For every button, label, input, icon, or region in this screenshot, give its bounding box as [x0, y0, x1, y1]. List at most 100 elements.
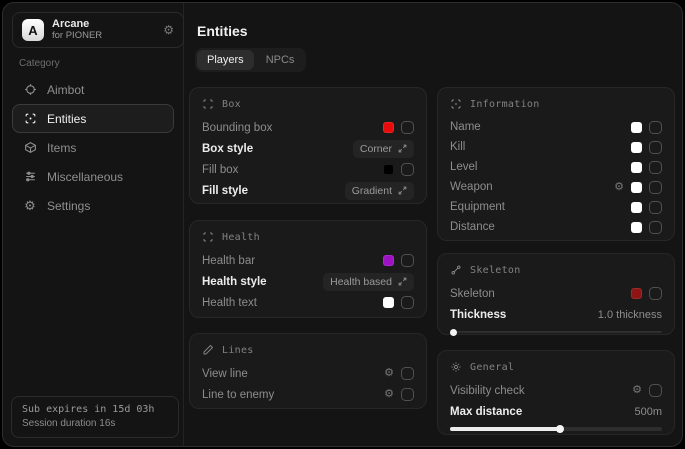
thickness-value: 1.0 thickness: [598, 309, 662, 321]
view-line-checkbox[interactable]: [401, 367, 414, 380]
thickness-slider[interactable]: [450, 328, 662, 336]
brackets-icon: [202, 98, 214, 110]
box-style-dropdown[interactable]: Corner: [353, 140, 414, 158]
name-checkbox[interactable]: [649, 121, 662, 134]
color-swatch[interactable]: [383, 255, 394, 266]
setting-label: Fill box: [202, 164, 238, 176]
setting-label: Health bar: [202, 255, 255, 267]
distance-checkbox[interactable]: [649, 221, 662, 234]
equipment-checkbox[interactable]: [649, 201, 662, 214]
setting-label: Max distance: [450, 406, 522, 418]
sidebar-item-settings[interactable]: ⚙ Settings: [12, 191, 174, 220]
setting-label: Line to enemy: [202, 389, 274, 401]
color-swatch[interactable]: [631, 142, 642, 153]
color-swatch[interactable]: [383, 164, 394, 175]
pencil-icon: [202, 344, 214, 356]
setting-row: Equipment: [450, 197, 662, 217]
dropdown-value: Health based: [330, 276, 392, 288]
setting-row: Fill style Gradient: [202, 180, 414, 201]
setting-row: Health text: [202, 292, 414, 313]
setting-row: Health bar: [202, 250, 414, 271]
logo-letter: A: [28, 23, 37, 38]
color-swatch[interactable]: [631, 202, 642, 213]
setting-row: Thickness 1.0 thickness: [450, 304, 662, 325]
gear-icon[interactable]: ⚙: [384, 368, 394, 379]
scan-icon: [450, 98, 462, 110]
app-logo: A: [22, 19, 44, 41]
setting-label: Skeleton: [450, 288, 495, 300]
screen: A Arcane for PIONER ⚙ Category Aimbot: [0, 0, 685, 449]
setting-row: Level: [450, 157, 662, 177]
tab-npcs[interactable]: NPCs: [256, 50, 305, 70]
sidebar-item-miscellaneous[interactable]: Miscellaneous: [12, 162, 174, 191]
sidebar: A Arcane for PIONER ⚙ Category Aimbot: [3, 3, 184, 446]
bounding-box-checkbox[interactable]: [401, 121, 414, 134]
color-swatch[interactable]: [631, 182, 642, 193]
sidebar-item-aimbot[interactable]: Aimbot: [12, 75, 174, 104]
dropdown-value: Corner: [360, 143, 392, 155]
setting-row: Line to enemy ⚙: [202, 384, 414, 405]
gear-icon[interactable]: ⚙: [632, 385, 642, 396]
sub-expiry-text: Sub expires in 15d 03h: [22, 404, 168, 415]
sidebar-item-entities[interactable]: Entities: [12, 104, 174, 133]
slider-fill: [450, 427, 560, 431]
weapon-checkbox[interactable]: [649, 181, 662, 194]
expand-icon: [398, 144, 407, 153]
app-window: A Arcane for PIONER ⚙ Category Aimbot: [2, 2, 683, 447]
gear-icon[interactable]: ⚙: [384, 389, 394, 400]
panel-health: Health Health bar Health style Health ba…: [189, 220, 427, 318]
sidebar-item-label: Miscellaneous: [47, 170, 123, 184]
panel-information: Information Name Kill Level: [437, 87, 675, 241]
setting-label: Health text: [202, 297, 257, 309]
setting-label: Weapon: [450, 181, 493, 193]
fill-style-dropdown[interactable]: Gradient: [345, 182, 414, 200]
scan-icon: [23, 112, 37, 126]
subscription-card: Sub expires in 15d 03h Session duration …: [11, 396, 179, 438]
color-swatch[interactable]: [631, 288, 642, 299]
setting-label: Equipment: [450, 201, 505, 213]
max-distance-slider[interactable]: [450, 425, 662, 433]
color-swatch[interactable]: [383, 122, 394, 133]
slider-handle[interactable]: [556, 425, 564, 433]
skeleton-checkbox[interactable]: [649, 287, 662, 300]
setting-label: Bounding box: [202, 122, 272, 134]
panel-skeleton: Skeleton Skeleton Thickness 1.0 thicknes…: [437, 253, 675, 335]
line-to-enemy-checkbox[interactable]: [401, 388, 414, 401]
kill-checkbox[interactable]: [649, 141, 662, 154]
setting-label: Visibility check: [450, 385, 525, 397]
sun-icon: [450, 361, 462, 373]
sidebar-item-label: Aimbot: [47, 83, 84, 97]
setting-label: View line: [202, 368, 248, 380]
package-icon: [23, 141, 37, 155]
panel-title: Skeleton: [470, 265, 521, 276]
setting-label: Health style: [202, 276, 267, 288]
setting-row: Fill box: [202, 159, 414, 180]
entity-tabs: Players NPCs: [195, 48, 306, 72]
slider-handle[interactable]: [450, 329, 457, 336]
settings-icon[interactable]: ⚙: [163, 23, 174, 37]
health-text-checkbox[interactable]: [401, 296, 414, 309]
color-swatch[interactable]: [631, 162, 642, 173]
panel-title: Box: [222, 99, 241, 110]
tab-players[interactable]: Players: [197, 50, 254, 70]
color-swatch[interactable]: [631, 222, 642, 233]
fill-box-checkbox[interactable]: [401, 163, 414, 176]
visibility-check-checkbox[interactable]: [649, 384, 662, 397]
expand-icon: [398, 186, 407, 195]
color-swatch[interactable]: [383, 297, 394, 308]
sidebar-item-items[interactable]: Items: [12, 133, 174, 162]
panel-lines: Lines View line ⚙ Line to enemy ⚙: [189, 333, 427, 409]
color-swatch[interactable]: [631, 122, 642, 133]
app-subtitle: for PIONER: [52, 31, 102, 42]
setting-label: Level: [450, 161, 478, 173]
level-checkbox[interactable]: [649, 161, 662, 174]
crosshair-icon: [23, 83, 37, 97]
gear-icon[interactable]: ⚙: [614, 182, 624, 193]
health-style-dropdown[interactable]: Health based: [323, 273, 414, 291]
setting-row: Name: [450, 117, 662, 137]
panel-title: Information: [470, 99, 540, 110]
setting-row: Weapon ⚙: [450, 177, 662, 197]
sidebar-item-label: Entities: [47, 112, 86, 126]
health-bar-checkbox[interactable]: [401, 254, 414, 267]
setting-label: Thickness: [450, 309, 506, 321]
